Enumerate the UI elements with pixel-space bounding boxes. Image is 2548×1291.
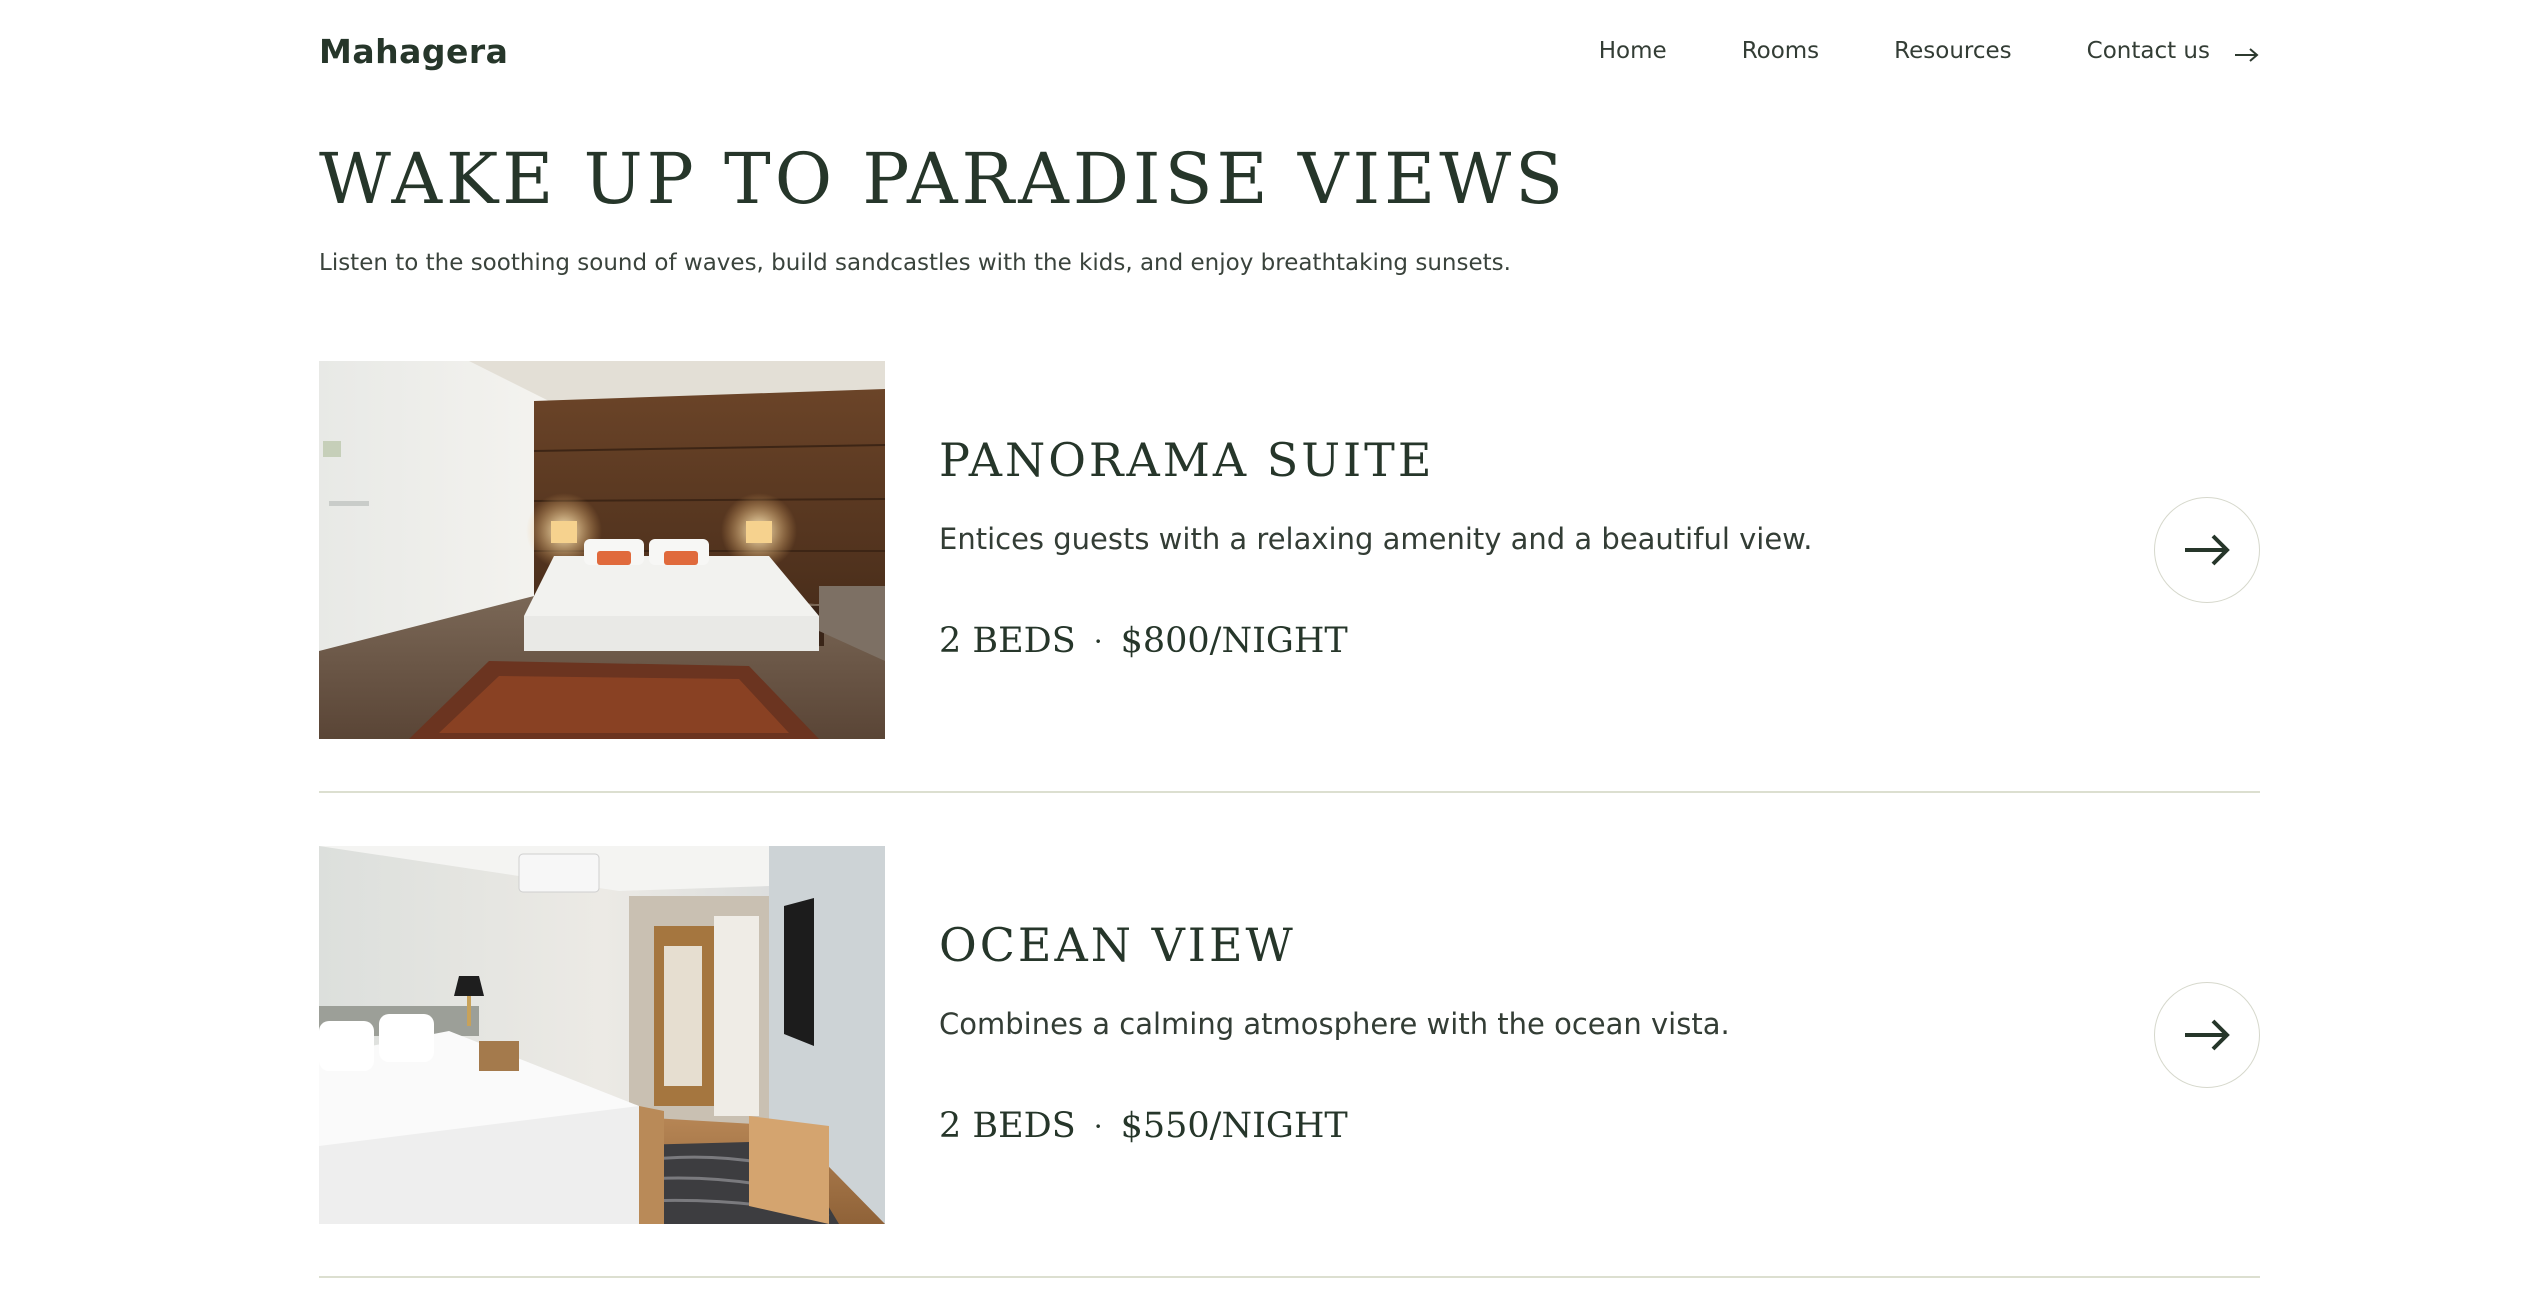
room-details-button[interactable] [2154, 497, 2260, 603]
room-beds: 2 BEDS [939, 1106, 1076, 1146]
room-price: $800/NIGHT [1120, 621, 1348, 661]
arrow-right-icon [2234, 43, 2260, 62]
arrow-right-icon [2185, 534, 2230, 566]
room-meta: 2 BEDS · $800/NIGHT [939, 621, 1348, 661]
room-photo-panorama-suite[interactable] [319, 361, 885, 739]
page-title: WAKE UP TO PARADISE VIEWS [319, 138, 1568, 220]
room-card-ocean-view: OCEAN VIEW Combines a calming atmosphere… [319, 846, 2260, 1224]
arrow-right-icon [2185, 1019, 2230, 1051]
logo[interactable]: Mahagera [319, 32, 508, 71]
room-description: Combines a calming atmosphere with the o… [939, 1007, 1730, 1041]
room-divider [319, 791, 2260, 793]
nav-item-rooms[interactable]: Rooms [1742, 38, 1819, 64]
room-name: OCEAN VIEW [939, 918, 1296, 972]
nav-item-contact[interactable]: Contact us [2087, 38, 2260, 64]
page-subtitle: Listen to the soothing sound of waves, b… [319, 250, 1511, 276]
nav-item-resources[interactable]: Resources [1894, 38, 2011, 64]
room-meta: 2 BEDS · $550/NIGHT [939, 1106, 1348, 1146]
nav-item-home[interactable]: Home [1599, 38, 1667, 64]
main-nav: Home Rooms Resources Contact us [1599, 38, 2260, 64]
room-divider [319, 1276, 2260, 1278]
room-details-button[interactable] [2154, 982, 2260, 1088]
meta-separator: · [1093, 624, 1103, 658]
site-header: Mahagera Home Rooms Resources Contact us [319, 28, 2260, 80]
room-description: Entices guests with a relaxing amenity a… [939, 522, 1813, 556]
room-price: $550/NIGHT [1120, 1106, 1348, 1146]
nav-item-contact-label: Contact us [2086, 38, 2210, 64]
room-photo-ocean-view[interactable] [319, 846, 885, 1224]
meta-separator: · [1093, 1109, 1103, 1143]
room-card-panorama-suite: PANORAMA SUITE Entices guests with a rel… [319, 361, 2260, 739]
room-name: PANORAMA SUITE [939, 433, 1435, 487]
room-beds: 2 BEDS [939, 621, 1076, 661]
